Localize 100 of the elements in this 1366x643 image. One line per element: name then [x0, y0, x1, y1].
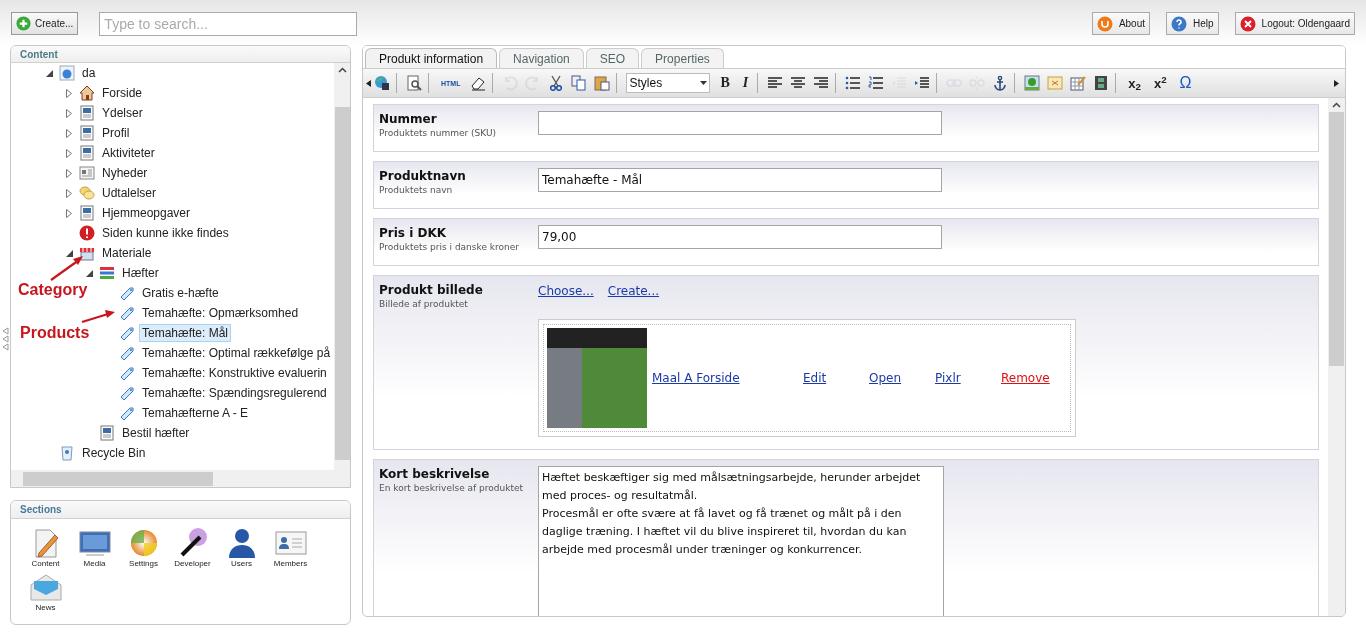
help-button[interactable]: Help	[1166, 12, 1219, 35]
horizontal-scrollbar[interactable]	[11, 470, 350, 487]
field-label: Pris i DKK	[379, 225, 447, 241]
table-pencil-icon[interactable]	[1070, 75, 1087, 91]
tree-item[interactable]: Udtalelser	[99, 184, 160, 202]
textarea-field[interactable]: Hæftet beskæftiger sig med målsætningsarbejde, herunder arbejdet med proces- og resultatmål. Procesmål er ofte svære at få lavet og få trænet og målt på i den daglige træning. I hæftet vil du blive inspireret til, hvordan du kan arbejde med procesmål under træninger og konkurrencer.	[538, 466, 944, 616]
collapse-arrow-icon[interactable]	[85, 269, 93, 277]
section-button[interactable]: Content	[21, 527, 70, 571]
field-hint: En kort beskrivelse af produktet	[379, 482, 525, 494]
tree-item[interactable]: Gratis e-hæfte	[139, 284, 222, 302]
annotation-arrow	[49, 254, 85, 282]
recycle-bin-icon	[59, 445, 75, 461]
panel-title: Content	[11, 46, 350, 63]
panel-title: Sections	[11, 501, 350, 519]
newspaper-icon	[79, 165, 95, 181]
tree-item[interactable]: Nyheder	[99, 164, 151, 182]
tab[interactable]: Navigation	[499, 48, 584, 68]
section-button[interactable]: Settings	[119, 527, 168, 571]
text-field[interactable]	[538, 111, 942, 135]
expand-arrow-icon[interactable]	[66, 188, 72, 198]
collapse-arrow-icon[interactable]	[45, 69, 53, 77]
numbered-list-icon[interactable]	[868, 75, 885, 91]
vertical-scrollbar[interactable]	[1328, 98, 1345, 616]
tree-item[interactable]: Temahæfte: Mål	[139, 324, 232, 342]
expand-arrow-icon[interactable]	[66, 148, 72, 158]
scroll-up-icon[interactable]	[337, 67, 347, 73]
expand-arrow-icon[interactable]	[66, 88, 72, 98]
about-button[interactable]: About	[1091, 12, 1150, 35]
window-icon[interactable]	[1047, 75, 1064, 91]
globe-disk-icon[interactable]	[374, 75, 390, 91]
close-icon	[1239, 15, 1256, 32]
text-field[interactable]: 79,00	[538, 225, 942, 249]
tree-item[interactable]: Forside	[99, 84, 145, 102]
film-strip-icon[interactable]	[1093, 75, 1110, 91]
bullet-list-icon[interactable]	[845, 75, 862, 91]
tree-item[interactable]: Bestil hæfter	[119, 424, 193, 442]
logout-button[interactable]: Logout: Oldengaard	[1234, 12, 1355, 35]
search-field[interactable]: Type to search...	[99, 11, 358, 36]
align-right-icon[interactable]	[813, 75, 830, 91]
expand-arrow-icon[interactable]	[66, 128, 72, 138]
action-link[interactable]: Open	[869, 369, 935, 387]
page-icon	[79, 205, 95, 221]
expand-arrow-icon[interactable]	[66, 208, 72, 218]
styles-dropdown[interactable]: Styles	[626, 73, 711, 93]
anchor-icon[interactable]	[992, 75, 1009, 91]
scissors-icon[interactable]	[548, 75, 565, 91]
tree-item[interactable]: Materiale	[99, 244, 155, 262]
tab[interactable]: SEO	[585, 48, 640, 68]
superscript-button[interactable]: x$^{2}$	[1150, 73, 1170, 93]
tab[interactable]: Properties	[641, 48, 724, 68]
align-left-icon[interactable]	[767, 75, 784, 91]
vertical-scrollbar[interactable]	[334, 63, 350, 470]
tree-item[interactable]: Temahæfterne A - E	[139, 404, 252, 422]
action-link[interactable]: Pixlr	[935, 369, 1001, 387]
section-button[interactable]: News	[21, 571, 70, 615]
image-link[interactable]: Maal A Forside	[652, 369, 803, 387]
annotation-arrow	[80, 308, 116, 324]
tree-item[interactable]: da	[79, 64, 99, 82]
create-button[interactable]: Create...	[11, 12, 79, 35]
tree-item[interactable]: Profil	[99, 124, 133, 142]
tag-icon	[119, 345, 135, 361]
scroll-up-icon[interactable]	[1332, 102, 1341, 108]
section-button[interactable]: Media	[70, 527, 119, 571]
text-link[interactable]: Choose...	[538, 282, 594, 300]
expand-arrow-icon[interactable]	[66, 108, 72, 118]
tree-item[interactable]: Temahæfte: Opmærksomhed	[139, 304, 302, 322]
tab[interactable]: Produkt information	[365, 48, 498, 68]
tree-item[interactable]: Recycle Bin	[79, 444, 149, 462]
scroll-right-icon[interactable]	[1334, 79, 1339, 87]
expand-arrow-icon[interactable]	[66, 168, 72, 178]
copy-icon[interactable]	[571, 75, 588, 91]
tree-item[interactable]: Temahæfte: Spændingsregulerend	[139, 384, 330, 402]
eraser-icon[interactable]	[470, 75, 487, 91]
section-button[interactable]: Users	[217, 527, 266, 571]
action-link[interactable]: Edit	[803, 369, 869, 387]
tree-item[interactable]: Ydelser	[99, 104, 146, 122]
tree-item[interactable]: Aktiviteter	[99, 144, 158, 162]
text-link[interactable]: Create...	[607, 282, 660, 300]
action-link[interactable]: Remove	[1001, 369, 1067, 387]
subscript-button[interactable]: x$_{2}$	[1125, 73, 1144, 93]
section-button[interactable]: Developer	[168, 527, 217, 571]
preview-icon[interactable]	[406, 75, 422, 91]
tree-item[interactable]: Temahæfte: Optimal rækkefølge på	[139, 344, 334, 362]
clipboard-icon[interactable]	[594, 75, 611, 91]
tree-item[interactable]: Temahæfte: Konstruktive evaluerin	[139, 364, 330, 382]
tree-item[interactable]: Hjemmeopgaver	[99, 204, 194, 222]
bold-button[interactable]: B	[717, 73, 733, 93]
italic-button[interactable]: I	[739, 73, 752, 93]
text-field[interactable]: Temahæfte - Mål	[538, 168, 942, 192]
field-label: Nummer	[379, 111, 438, 127]
collapse-arrow-icon[interactable]	[65, 249, 73, 257]
indent-icon[interactable]	[914, 75, 931, 91]
collapse-handle-icon[interactable]	[2, 327, 9, 352]
section-button[interactable]: Members	[266, 527, 315, 571]
landscape-image-icon[interactable]	[1024, 75, 1041, 91]
align-center-icon[interactable]	[790, 75, 807, 91]
tree-item[interactable]: Hæfter	[119, 264, 162, 282]
scroll-left-icon[interactable]	[366, 79, 371, 87]
special-character-button[interactable]: Ω	[1176, 73, 1195, 93]
tree-item[interactable]: Siden kunne ikke findes	[99, 224, 232, 242]
